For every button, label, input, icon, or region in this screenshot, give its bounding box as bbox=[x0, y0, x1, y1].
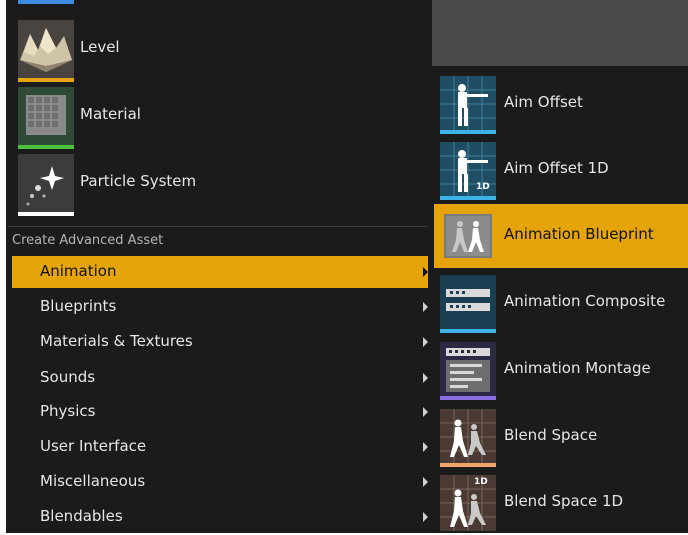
level-color-bar bbox=[18, 78, 74, 82]
animation-montage-color-bar bbox=[440, 396, 496, 400]
chevron-right-icon bbox=[423, 302, 428, 312]
animation-composite-color-bar bbox=[440, 329, 496, 333]
submenu-label: Blend Space 1D bbox=[504, 492, 624, 510]
category-miscellaneous[interactable]: Miscellaneous bbox=[12, 466, 428, 498]
submenu-label: Animation Montage bbox=[504, 359, 651, 377]
aim-offset-color-bar bbox=[440, 130, 496, 134]
submenu-item-blend-space-1d[interactable]: 1D Blend Space 1D bbox=[434, 471, 688, 535]
submenu-label: Aim Offset 1D bbox=[504, 159, 609, 177]
category-label: Materials & Textures bbox=[40, 332, 193, 350]
submenu-item-animation-montage[interactable]: Animation Montage bbox=[434, 338, 688, 402]
section-divider bbox=[8, 226, 428, 227]
category-blendables[interactable]: Blendables bbox=[12, 501, 428, 533]
category-label: Physics bbox=[40, 402, 96, 420]
material-label: Material bbox=[80, 105, 141, 123]
chevron-right-icon bbox=[423, 373, 428, 383]
aim-offset-1d-color-bar bbox=[440, 196, 496, 200]
submenu-label: Blend Space bbox=[504, 426, 598, 444]
level-asset-item[interactable]: Level bbox=[18, 20, 428, 82]
category-physics[interactable]: Physics bbox=[12, 396, 428, 428]
category-sounds[interactable]: Sounds bbox=[12, 362, 428, 394]
blend-space-color-bar bbox=[440, 463, 496, 467]
submenu-header bbox=[432, 0, 688, 66]
submenu-item-aim-offset[interactable]: Aim Offset bbox=[434, 72, 688, 136]
aim-offset-icon bbox=[440, 76, 496, 132]
blend-space-icon bbox=[440, 409, 496, 465]
submenu-item-blend-space[interactable]: Blend Space bbox=[434, 405, 688, 469]
animation-blueprint-icon bbox=[440, 208, 496, 264]
section-title: Create Advanced Asset bbox=[12, 233, 164, 248]
animation-montage-icon bbox=[440, 342, 496, 398]
chevron-right-icon bbox=[423, 407, 428, 417]
category-animation[interactable]: Animation bbox=[12, 256, 428, 288]
submenu-label: Animation Blueprint bbox=[504, 225, 654, 243]
category-materials-textures[interactable]: Materials & Textures bbox=[12, 326, 428, 358]
submenu-label: Aim Offset bbox=[504, 93, 583, 111]
submenu-item-aim-offset-1d[interactable]: 1D Aim Offset 1D bbox=[434, 138, 688, 202]
chevron-right-icon bbox=[423, 512, 428, 522]
level-label: Level bbox=[80, 38, 120, 56]
category-label: User Interface bbox=[40, 437, 147, 455]
chevron-right-icon bbox=[423, 337, 428, 347]
chevron-right-icon bbox=[423, 477, 428, 487]
material-asset-item[interactable]: Material bbox=[18, 87, 428, 149]
particle-system-asset-item[interactable]: Particle System bbox=[18, 154, 428, 216]
badge-1d: 1D bbox=[476, 182, 490, 192]
category-blueprints[interactable]: Blueprints bbox=[12, 291, 428, 323]
badge-1d: 1D bbox=[474, 477, 488, 487]
particle-sparkle-icon bbox=[18, 154, 74, 212]
chevron-right-icon bbox=[423, 442, 428, 452]
chevron-right-icon bbox=[423, 267, 428, 277]
particle-color-bar bbox=[18, 212, 74, 216]
material-color-bar bbox=[18, 145, 74, 149]
previous-item-color-bar bbox=[18, 0, 74, 4]
animation-composite-icon bbox=[440, 275, 496, 331]
submenu-item-animation-composite[interactable]: Animation Composite bbox=[434, 271, 688, 335]
submenu-item-animation-blueprint[interactable]: Animation Blueprint bbox=[434, 204, 688, 268]
category-label: Blueprints bbox=[40, 297, 117, 315]
material-grid-icon bbox=[18, 87, 74, 145]
level-terrain-icon bbox=[18, 20, 74, 78]
submenu-label: Animation Composite bbox=[504, 292, 666, 310]
category-label: Sounds bbox=[40, 368, 96, 386]
category-user-interface[interactable]: User Interface bbox=[12, 431, 428, 463]
particle-system-label: Particle System bbox=[80, 172, 197, 190]
category-label: Miscellaneous bbox=[40, 472, 146, 490]
category-label: Blendables bbox=[40, 507, 123, 525]
category-label: Animation bbox=[40, 262, 117, 280]
